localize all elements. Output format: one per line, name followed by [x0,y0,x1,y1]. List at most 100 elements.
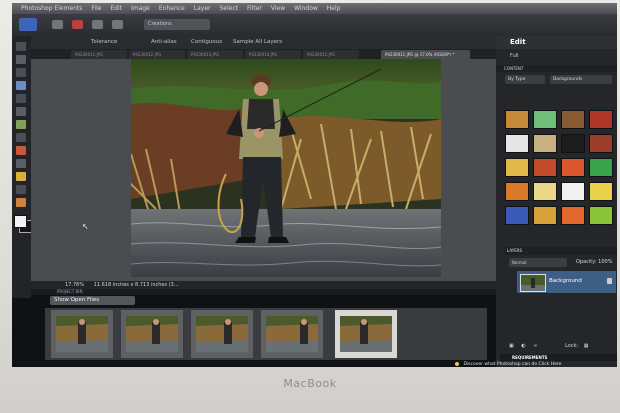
content-item[interactable] [533,182,557,201]
content-item[interactable] [561,110,585,129]
content-item[interactable] [505,134,529,153]
layers-panel-header[interactable]: LAYERS [505,247,617,255]
content-item[interactable] [589,206,613,225]
zoom-level: 17.76% [65,282,85,288]
menu-layer[interactable]: Layer [194,5,211,12]
opacity-value[interactable]: 100% [598,259,612,265]
eraser-tool-icon[interactable] [16,185,26,194]
project-bin-thumbnail[interactable] [261,310,323,358]
content-item[interactable] [561,134,585,153]
project-bin-thumbnail[interactable] [51,310,113,358]
opacity-control[interactable]: Opacity: 100% [576,258,617,267]
new-layer-icon[interactable]: ▣ [509,343,514,349]
project-bin-title: PROJECT BIN [31,289,496,295]
menu-select[interactable]: Select [219,5,238,12]
paint-bucket-tool-icon[interactable] [16,198,26,207]
foreground-color-swatch[interactable] [14,215,27,228]
content-item[interactable] [505,110,529,129]
document-tab[interactable]: P4230012.JPG [129,50,185,59]
mouse-cursor-icon: ↖ [82,222,89,231]
project-bin-thumbnail[interactable] [121,310,183,358]
status-bar: 17.76% 11.618 inches x 8.713 inches (3..… [31,281,496,289]
selection-brush-tool-icon[interactable] [16,133,26,142]
project-bin-select[interactable]: Show Open Files [50,296,135,305]
content-item[interactable] [589,158,613,177]
screen: Photoshop Elements File Edit Image Enhan… [12,3,617,367]
document-photo[interactable] [131,59,441,277]
red-eye-tool-icon[interactable] [16,146,26,155]
menu-app[interactable]: Photoshop Elements [21,5,82,12]
content-item[interactable] [589,110,613,129]
menu-image[interactable]: Image [131,5,150,12]
zoom-tool-icon[interactable] [16,55,26,64]
content-item[interactable] [533,206,557,225]
hand-tool-icon[interactable] [16,68,26,77]
project-bin-thumbnail[interactable] [191,310,253,358]
create-search[interactable]: Creations [144,19,210,30]
content-item[interactable] [589,182,613,201]
document-tab[interactable]: P4230013.JPG [187,50,243,59]
lock-icon [607,278,612,284]
content-item[interactable] [561,182,585,201]
content-item[interactable] [505,206,529,225]
project-bin [45,308,487,360]
content-item[interactable] [533,110,557,129]
redo-icon[interactable] [92,20,103,29]
move-tool-icon[interactable] [16,42,26,51]
link-icon[interactable]: ∞ [533,343,537,349]
option-sample-all-layers[interactable]: Sample All Layers [233,39,282,45]
menu-view[interactable]: View [271,5,285,12]
toolbox [12,36,32,298]
panel-mode-full[interactable]: Full [496,51,617,61]
menu-filter[interactable]: Filter [247,5,262,12]
option-anti-alias[interactable]: Anti-alias [151,39,177,45]
document-tab-active[interactable]: P4230011.JPG @ 17.6% (RGB/8*) * [381,50,470,59]
menu-help[interactable]: Help [327,5,341,12]
content-item[interactable] [533,158,557,177]
content-item[interactable] [505,158,529,177]
lasso-tool-icon[interactable] [16,107,26,116]
blend-mode-select[interactable]: Normal [509,258,567,267]
fisherman-photo-image [131,59,441,277]
content-item[interactable] [561,206,585,225]
macbook-logo-text: MacBook [283,377,337,390]
document-tab[interactable]: P4230014.JPG [245,50,301,59]
content-panel-header[interactable]: CONTENT [496,65,617,72]
adjustment-layer-icon[interactable]: ◐ [521,343,525,349]
menu-enhance[interactable]: Enhance [159,5,185,12]
option-tolerance[interactable]: Tolerance [91,39,117,45]
menu-edit[interactable]: Edit [110,5,122,12]
canvas-area[interactable] [31,59,496,281]
content-type-select[interactable]: Backgrounds [550,75,612,84]
menu-file[interactable]: File [91,5,101,12]
document-tab[interactable]: P4230015.JPG [303,50,359,59]
document-size: 11.618 inches x 8.713 inches (3... [93,282,179,288]
brush-tool-icon[interactable] [16,172,26,181]
layer-row[interactable]: Background [517,271,616,293]
content-item[interactable] [505,182,529,201]
new-icon[interactable] [52,20,63,29]
content-item[interactable] [561,158,585,177]
content-item[interactable] [533,134,557,153]
tip-text[interactable]: Discover what Photoshop can do Click Her… [463,362,561,367]
lock-all-icon[interactable]: ▦ [584,343,589,349]
panel-title-edit[interactable]: Edit [496,36,617,49]
lock-label: Lock: [565,343,579,349]
content-grid [505,110,615,228]
content-filter-select[interactable]: By Type [505,75,545,84]
menu-bar: Photoshop Elements File Edit Image Enhan… [12,3,617,14]
healing-brush-tool-icon[interactable] [16,159,26,168]
undo-icon[interactable] [72,20,83,29]
tip-icon [455,361,459,366]
requirements-header[interactable]: REQUIREMENTS [500,354,617,361]
organizer-icon[interactable] [112,20,123,29]
menu-window[interactable]: Window [294,5,318,12]
content-item[interactable] [589,134,613,153]
eyedropper-tool-icon[interactable] [16,81,26,90]
tip-bar[interactable]: Discover what Photoshop can do Click Her… [455,361,617,367]
magic-wand-tool-icon[interactable] [16,120,26,129]
marquee-tool-icon[interactable] [16,94,26,103]
document-tab[interactable]: P4230011.JPG [71,50,127,59]
option-contiguous[interactable]: Contiguous [191,39,222,45]
project-bin-thumbnail-active[interactable] [335,310,397,358]
